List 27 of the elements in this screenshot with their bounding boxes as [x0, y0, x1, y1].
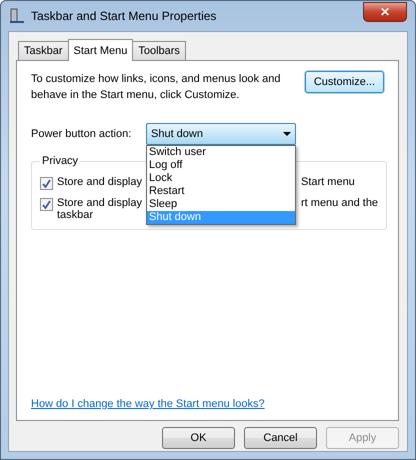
caret-icon — [283, 132, 291, 136]
window-title: Taskbar and Start Menu Properties — [31, 9, 218, 23]
tab[interactable]: Taskbar — [18, 41, 69, 60]
dropdown-option[interactable]: Log off — [147, 159, 295, 172]
checkbox[interactable] — [40, 198, 53, 211]
customize-button[interactable]: Customize... — [304, 71, 384, 93]
help-link[interactable]: How do I change the way the Start menu looks? — [31, 398, 265, 410]
dialog-button[interactable]: Cancel — [244, 427, 317, 449]
group-title: Privacy — [41, 155, 80, 167]
power-label: Power button action: — [31, 128, 132, 140]
dropdown-option[interactable]: Switch user — [147, 146, 295, 159]
dropdown-option[interactable]: Restart — [147, 185, 295, 198]
checkbox-label: Store and display — [57, 176, 142, 188]
dropdown-option[interactable]: Sleep — [147, 198, 295, 211]
tab[interactable]: Toolbars — [132, 41, 186, 60]
checkbox-label: Store and display — [57, 197, 142, 209]
checkbox-label: rt menu and the — [301, 197, 378, 209]
dropdown-option[interactable]: Lock — [147, 172, 295, 185]
close-button[interactable]: ✕ — [363, 2, 407, 22]
taskbar-icon — [9, 8, 25, 24]
tab[interactable]: Start Menu — [68, 39, 134, 61]
checkbox[interactable] — [40, 177, 53, 190]
dialog-button[interactable]: OK — [162, 427, 235, 449]
power-dropdown[interactable]: Shut down — [146, 123, 296, 145]
checkbox-label: taskbar — [57, 209, 94, 221]
checkbox-label: Start menu — [301, 176, 355, 188]
intro-text: To customize how links, icons, and menus look and behave in the Start menu, click Customize. — [31, 72, 282, 103]
